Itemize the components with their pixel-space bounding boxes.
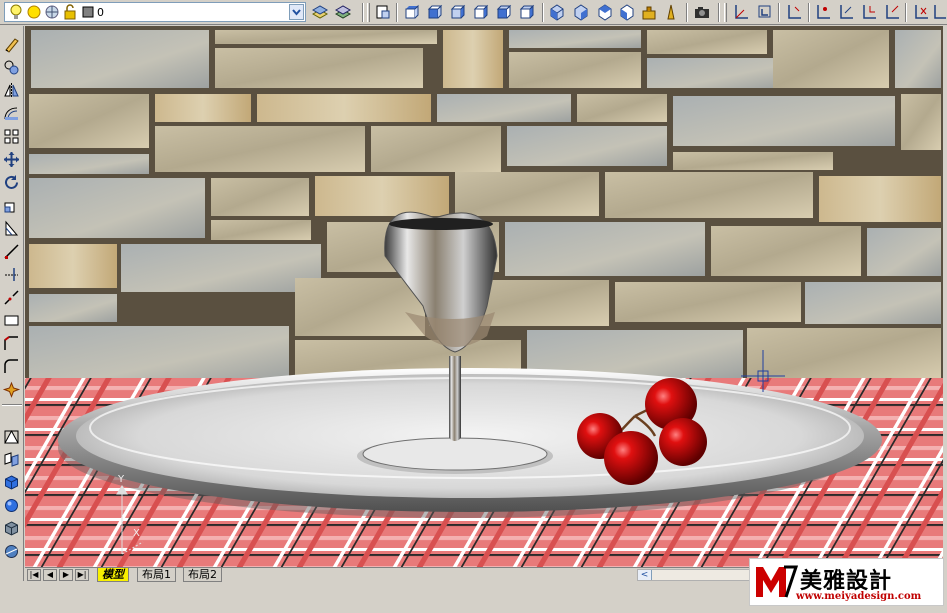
stretch-icon[interactable] (3, 220, 20, 237)
brand-logo: 美雅設計 www.meiyadesign.com (749, 558, 944, 606)
model-viewport[interactable]: Y X (25, 26, 943, 567)
sphere-solid-icon[interactable] (3, 497, 20, 514)
lock-icon[interactable] (61, 3, 79, 21)
front-view-icon[interactable] (495, 3, 513, 21)
right-view-icon[interactable] (472, 3, 490, 21)
bottom-view-icon[interactable] (426, 3, 444, 21)
ne-iso-icon[interactable] (596, 3, 614, 21)
ucs-world-icon[interactable] (756, 3, 774, 21)
ucs-origin-icon[interactable] (814, 3, 832, 21)
cube-solid-icon[interactable] (3, 520, 20, 537)
rotate-icon[interactable] (3, 174, 20, 191)
ucs-x-icon[interactable] (912, 3, 930, 21)
first-tab-button[interactable]: |◀ (27, 569, 41, 581)
se-iso-icon[interactable] (572, 3, 590, 21)
ucs-zaxis-icon[interactable] (837, 3, 855, 21)
logo-url: www.meiyadesign.com (796, 591, 922, 602)
ucs-x-label: X (133, 528, 140, 539)
section-plane-icon[interactable] (3, 428, 20, 445)
back-view-icon[interactable] (518, 3, 536, 21)
layer-dropdown-arrow[interactable] (289, 4, 304, 20)
break-icon[interactable] (3, 289, 20, 306)
camera-target-icon[interactable] (662, 3, 680, 21)
named-views-icon[interactable] (374, 3, 392, 21)
fillet-icon[interactable] (3, 358, 20, 375)
next-tab-button[interactable]: ▶ (59, 569, 73, 581)
tab-layout1[interactable]: 布局1 (137, 568, 176, 582)
top-toolbar: 0 (0, 0, 947, 25)
explode-icon[interactable] (3, 381, 20, 398)
chamfer-icon[interactable] (3, 335, 20, 352)
camera-icon[interactable] (693, 3, 711, 21)
m-logo-icon (756, 565, 798, 598)
sw-iso-icon[interactable] (548, 3, 566, 21)
mirror-icon[interactable] (3, 82, 20, 99)
layer-previous-icon[interactable] (334, 3, 352, 21)
modify-toolbar (0, 26, 24, 581)
box-solid-icon[interactable] (3, 474, 20, 491)
left-view-icon[interactable] (449, 3, 467, 21)
move-icon[interactable] (3, 151, 20, 168)
render-lights-icon[interactable] (640, 3, 658, 21)
slice-icon[interactable] (3, 451, 20, 468)
shade-icon[interactable] (3, 543, 20, 560)
erase-icon[interactable] (3, 36, 20, 53)
ucs-y-label: Y (117, 474, 125, 485)
last-tab-button[interactable]: ▶| (75, 569, 89, 581)
ucs-icon[interactable] (732, 3, 750, 21)
horizontal-scrollbar[interactable]: < (637, 569, 757, 581)
extend-icon[interactable] (3, 266, 20, 283)
sun-icon[interactable] (25, 3, 43, 21)
freeze-icon[interactable] (43, 3, 61, 21)
top-view-icon[interactable] (403, 3, 421, 21)
scroll-left-button[interactable]: < (638, 570, 652, 580)
copy-icon[interactable] (3, 59, 20, 76)
tab-model[interactable]: 模型 (97, 568, 129, 582)
color-swatch-icon[interactable] (79, 3, 97, 21)
lightbulb-icon[interactable] (7, 3, 25, 21)
layer-dropdown[interactable]: 0 (4, 2, 306, 22)
tab-layout2[interactable]: 布局2 (183, 568, 222, 582)
ucs-y-icon[interactable] (932, 3, 946, 21)
layer-manager-icon[interactable] (311, 3, 329, 21)
offset-icon[interactable] (3, 105, 20, 122)
ucs-previous-icon[interactable] (785, 3, 803, 21)
scale-icon[interactable] (3, 197, 20, 214)
join-icon[interactable] (3, 312, 20, 329)
prev-tab-button[interactable]: ◀ (43, 569, 57, 581)
array-icon[interactable] (3, 128, 20, 145)
rendered-scene: Y X (25, 26, 943, 567)
ucs-object-icon[interactable] (883, 3, 901, 21)
chevron-down-icon (292, 9, 301, 16)
nw-iso-icon[interactable] (618, 3, 636, 21)
trim-icon[interactable] (3, 243, 20, 260)
ucs-3point-icon[interactable] (860, 3, 878, 21)
layer-name: 0 (97, 6, 104, 19)
